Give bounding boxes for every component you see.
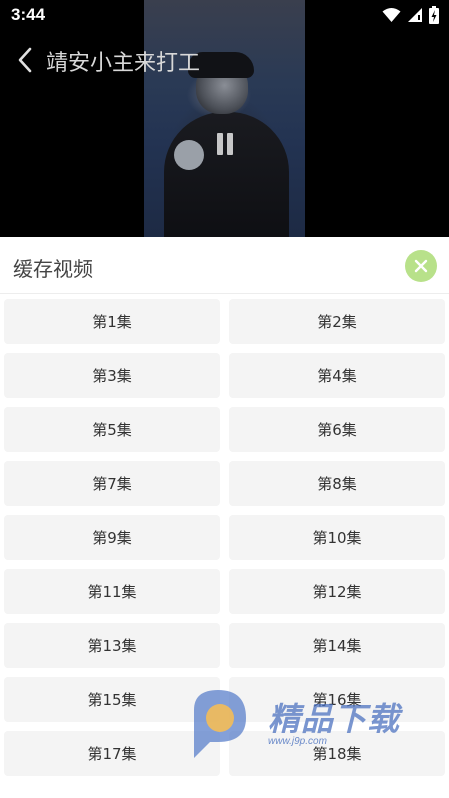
video-figure-body <box>164 112 289 237</box>
wifi-icon <box>382 8 401 22</box>
close-icon <box>414 259 428 273</box>
close-button[interactable] <box>405 250 437 282</box>
episode-item[interactable]: 第11集 <box>4 569 220 614</box>
status-icons <box>382 6 439 24</box>
episode-item[interactable]: 第7集 <box>4 461 220 506</box>
episode-item[interactable]: 第10集 <box>229 515 445 560</box>
signal-icon <box>408 8 422 22</box>
video-title-bar: 靖安小主来打工 <box>0 40 449 80</box>
panel-header: 缓存视频 <box>0 237 449 294</box>
episode-item[interactable]: 第4集 <box>229 353 445 398</box>
episode-item[interactable]: 第12集 <box>229 569 445 614</box>
episode-item[interactable]: 第16集 <box>229 677 445 722</box>
episode-item[interactable]: 第8集 <box>229 461 445 506</box>
cache-video-panel: 缓存视频 第1集 第2集 第3集 第4集 第5集 第6集 第7集 第8集 第9集 第10集 第11集… <box>0 237 449 798</box>
episode-item[interactable]: 第14集 <box>229 623 445 668</box>
episode-item[interactable]: 第9集 <box>4 515 220 560</box>
episode-item[interactable]: 第2集 <box>229 299 445 344</box>
video-frame <box>144 0 305 237</box>
status-time: 3:44 <box>11 5 46 24</box>
status-bar: 3:44 <box>0 0 449 30</box>
pause-icon[interactable] <box>216 133 234 155</box>
episode-item[interactable]: 第3集 <box>4 353 220 398</box>
episode-item[interactable]: 第17集 <box>4 731 220 776</box>
panel-title: 缓存视频 <box>13 257 93 281</box>
video-title: 靖安小主来打工 <box>46 51 201 76</box>
episode-item[interactable]: 第5集 <box>4 407 220 452</box>
episode-item[interactable]: 第13集 <box>4 623 220 668</box>
video-player[interactable]: 3:44 靖安小主来打工 <box>0 0 449 237</box>
episode-item[interactable]: 第1集 <box>4 299 220 344</box>
episode-item[interactable]: 第15集 <box>4 677 220 722</box>
chevron-left-icon[interactable] <box>14 45 36 75</box>
episode-item[interactable]: 第18集 <box>229 731 445 776</box>
episode-item[interactable]: 第6集 <box>229 407 445 452</box>
video-figure-hand <box>174 140 204 170</box>
battery-charging-icon <box>429 6 439 24</box>
